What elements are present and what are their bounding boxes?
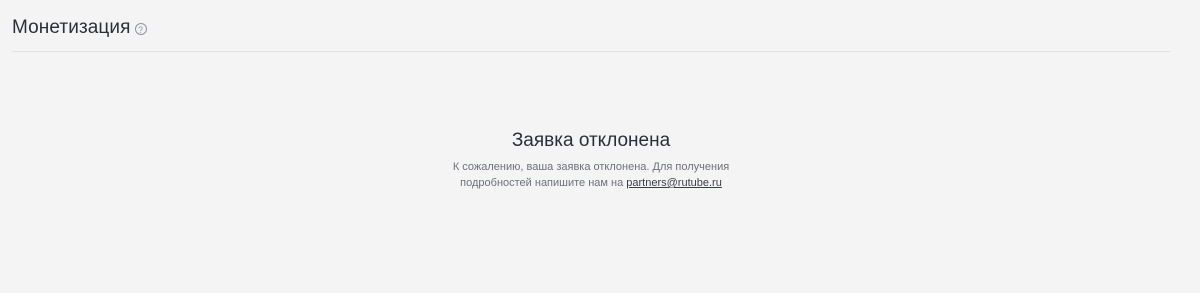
page-title: Монетизация: [12, 17, 131, 38]
header-divider: [12, 51, 1170, 52]
page-header: Монетизация ?: [12, 14, 147, 42]
partners-email-link[interactable]: partners@rutube.ru: [626, 177, 722, 189]
status-description-line1: К сожалению, ваша заявка отклонена. Для …: [452, 161, 730, 173]
status-title: Заявка отклонена: [511, 130, 671, 151]
status-description-prefix: подробностей напишите нам на: [460, 177, 627, 189]
status-description: К сожалению, ваша заявка отклонена. Для …: [0, 159, 1182, 191]
monetization-page: Монетизация ? Заявка отклонена К сожален…: [0, 0, 1200, 293]
status-description-line2: подробностей напишите нам на partners@ru…: [0, 175, 1182, 191]
question-circle-icon[interactable]: ?: [134, 23, 147, 35]
rejection-status: Заявка отклонена К сожалению, ваша заявк…: [0, 128, 1182, 191]
